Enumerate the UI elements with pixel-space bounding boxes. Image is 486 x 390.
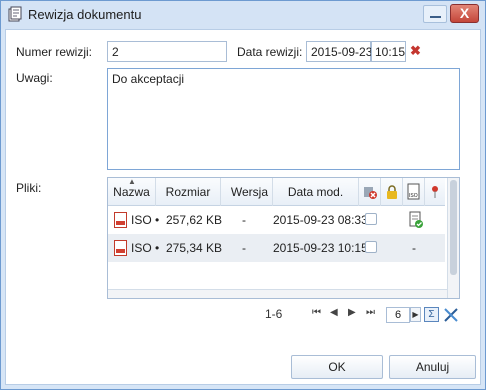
revision-time-input[interactable]: 10:15 — [371, 41, 406, 62]
next-page-icon[interactable]: ▶ — [348, 307, 356, 318]
pdf-file-icon — [114, 240, 127, 256]
file-name-cell[interactable]: ISO • — [131, 234, 159, 262]
remove-file-icon — [363, 187, 377, 199]
column-header-version[interactable]: Wersja — [221, 178, 273, 206]
column-header-lock[interactable] — [381, 178, 403, 206]
file-version-cell: - — [242, 241, 246, 255]
prev-page-icon[interactable]: ◀ — [330, 307, 338, 318]
files-grid: ▲ Nazwa Rozmiar Wersja Data mod. ISO ISO… — [107, 177, 460, 299]
notes-label: Uwagi: — [16, 71, 53, 85]
title-bar[interactable]: Rewizja dokumentu X — [1, 1, 485, 29]
pdf-file-icon — [114, 212, 127, 228]
pin-icon — [432, 186, 438, 198]
column-header-pin[interactable] — [425, 178, 445, 206]
revision-number-input[interactable]: 2 — [107, 41, 227, 62]
clear-date-icon[interactable]: ✖ — [410, 44, 423, 57]
file-size-cell: 275,34 KB — [166, 241, 223, 255]
files-label: Pliki: — [16, 181, 42, 195]
page-size-dropdown-icon[interactable]: ▶ — [410, 307, 421, 322]
sort-asc-icon: ▲ — [128, 177, 136, 186]
scrollbar-thumb[interactable] — [450, 180, 457, 275]
grid-header: ▲ Nazwa Rozmiar Wersja Data mod. ISO — [108, 178, 445, 206]
column-header-date[interactable]: Data mod. — [273, 178, 359, 206]
sum-icon[interactable]: Σ — [424, 307, 439, 322]
table-row[interactable]: ISO • 275,34 KB - 2015-09-23 10:15 - — [108, 234, 445, 262]
table-row[interactable]: ISO • 257,62 KB - 2015-09-23 08:33 — [108, 206, 445, 234]
vertical-scrollbar[interactable] — [447, 178, 459, 298]
file-name-cell[interactable]: ISO • — [131, 206, 159, 234]
horizontal-scrollbar[interactable] — [108, 289, 447, 298]
file-size-cell: 257,62 KB — [166, 213, 223, 227]
revision-number-label: Numer rewizji: — [16, 45, 93, 59]
settings-tools-icon[interactable] — [443, 307, 459, 323]
document-revision-icon — [8, 6, 22, 22]
revision-date-input[interactable]: 2015-09-23 — [306, 41, 372, 62]
svg-text:ISO: ISO — [409, 193, 418, 199]
dialog-body: Numer rewizji: 2 Data rewizji: 2015-09-2… — [5, 29, 481, 385]
dialog-window: Rewizja dokumentu X Numer rewizji: 2 Dat… — [0, 0, 486, 390]
file-date-cell: 2015-09-23 10:15 — [273, 241, 368, 255]
iso-status-cell: - — [412, 241, 416, 255]
ok-button[interactable]: OK — [291, 355, 383, 379]
lock-icon — [386, 185, 397, 199]
first-page-icon[interactable]: ⏮ — [312, 307, 321, 318]
revision-date-label: Data rewizji: — [237, 45, 303, 59]
notes-textarea[interactable]: Do akceptacji — [107, 68, 460, 170]
column-header-remove[interactable] — [359, 178, 381, 206]
page-number-input[interactable]: 6 — [386, 307, 410, 323]
file-date-cell: 2015-09-23 08:33 — [273, 213, 368, 227]
file-version-cell: - — [242, 213, 246, 227]
column-header-name[interactable]: ▲ Nazwa — [108, 178, 156, 206]
cancel-button[interactable]: Anuluj — [389, 355, 476, 379]
column-header-size[interactable]: Rozmiar — [156, 178, 221, 206]
window-title: Rewizja dokumentu — [28, 7, 142, 22]
approved-icon[interactable] — [408, 211, 424, 229]
iso-document-icon: ISO — [407, 183, 419, 200]
close-button[interactable]: X — [450, 4, 479, 23]
pager-range: 1-6 — [265, 307, 283, 321]
remove-checkbox[interactable] — [365, 213, 377, 225]
column-header-iso[interactable]: ISO — [403, 178, 425, 206]
minimize-button[interactable] — [423, 5, 447, 23]
remove-checkbox[interactable] — [365, 241, 377, 253]
last-page-icon[interactable]: ⏭ — [366, 307, 375, 318]
